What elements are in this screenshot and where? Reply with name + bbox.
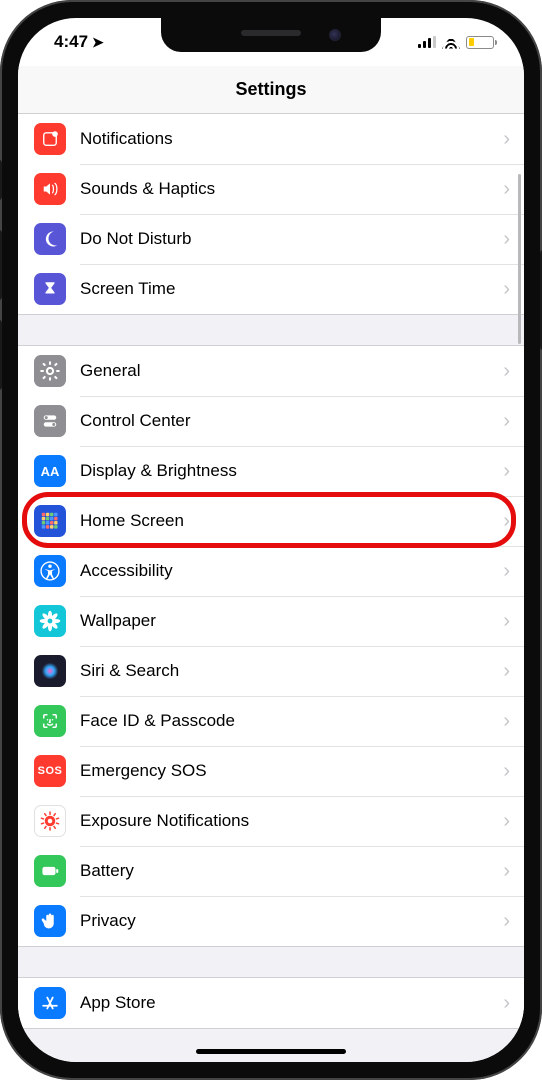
- siri-icon: [34, 655, 66, 687]
- notch: [161, 18, 381, 52]
- settings-row-emergency-sos[interactable]: SOS Emergency SOS›: [18, 746, 524, 796]
- row-label: Display & Brightness: [80, 461, 503, 481]
- settings-group: General›Control Center›AADisplay & Brigh…: [18, 345, 524, 947]
- chevron-right-icon: ›: [503, 760, 524, 783]
- gear-icon: [34, 355, 66, 387]
- row-label: Accessibility: [80, 561, 503, 581]
- battery-icon: [466, 36, 494, 49]
- chevron-right-icon: ›: [503, 860, 524, 883]
- row-label: Do Not Disturb: [80, 229, 503, 249]
- chevron-right-icon: ›: [503, 992, 524, 1015]
- mute-switch: [0, 160, 2, 200]
- screen: 4:47 ➤ Settings Notifications›Sounds & H…: [18, 18, 524, 1062]
- settings-row-accessibility[interactable]: Accessibility›: [18, 546, 524, 596]
- accessibility-icon: [34, 555, 66, 587]
- moon-icon: [34, 223, 66, 255]
- chevron-right-icon: ›: [503, 660, 524, 683]
- row-label: Exposure Notifications: [80, 811, 503, 831]
- wifi-icon: [442, 36, 460, 49]
- settings-list[interactable]: Notifications›Sounds & Haptics›Do Not Di…: [18, 114, 524, 1062]
- settings-row-screen-time[interactable]: Screen Time›: [18, 264, 524, 314]
- settings-row-siri-search[interactable]: Siri & Search›: [18, 646, 524, 696]
- row-label: Home Screen: [80, 511, 503, 531]
- chevron-right-icon: ›: [503, 810, 524, 833]
- row-label: Notifications: [80, 129, 503, 149]
- chevron-right-icon: ›: [503, 910, 524, 933]
- status-right: [418, 36, 494, 49]
- row-label: Control Center: [80, 411, 503, 431]
- virus-icon: [34, 805, 66, 837]
- settings-group: App Store›: [18, 977, 524, 1029]
- location-icon: ➤: [92, 34, 104, 51]
- settings-row-control-center[interactable]: Control Center›: [18, 396, 524, 446]
- face-id-icon: [34, 705, 66, 737]
- sos-icon: SOS: [34, 755, 66, 787]
- chevron-right-icon: ›: [503, 610, 524, 633]
- phone-frame: 4:47 ➤ Settings Notifications›Sounds & H…: [0, 0, 542, 1080]
- chevron-right-icon: ›: [503, 510, 524, 533]
- row-label: Sounds & Haptics: [80, 179, 503, 199]
- aa-icon: AA: [34, 455, 66, 487]
- status-left: 4:47 ➤: [48, 32, 104, 52]
- row-label: Siri & Search: [80, 661, 503, 681]
- chevron-right-icon: ›: [503, 128, 524, 151]
- chevron-right-icon: ›: [503, 560, 524, 583]
- chevron-right-icon: ›: [503, 460, 524, 483]
- settings-row-battery[interactable]: Battery›: [18, 846, 524, 896]
- row-label: Privacy: [80, 911, 503, 931]
- settings-row-notifications[interactable]: Notifications›: [18, 114, 524, 164]
- chevron-right-icon: ›: [503, 710, 524, 733]
- page-title: Settings: [18, 66, 524, 114]
- settings-row-display-brightness[interactable]: AA Display & Brightness›: [18, 446, 524, 496]
- status-time: 4:47: [54, 32, 88, 52]
- earpiece: [241, 30, 301, 36]
- settings-row-face-id-passcode[interactable]: Face ID & Passcode›: [18, 696, 524, 746]
- hourglass-icon: [34, 273, 66, 305]
- row-label: Face ID & Passcode: [80, 711, 503, 731]
- volume-up-button: [0, 230, 2, 300]
- settings-row-privacy[interactable]: Privacy›: [18, 896, 524, 946]
- appstore-icon: [34, 987, 66, 1019]
- scroll-indicator[interactable]: [518, 174, 521, 344]
- row-label: App Store: [80, 993, 503, 1013]
- chevron-right-icon: ›: [503, 410, 524, 433]
- toggles-icon: [34, 405, 66, 437]
- settings-row-wallpaper[interactable]: Wallpaper›: [18, 596, 524, 646]
- volume-down-button: [0, 320, 2, 390]
- row-label: General: [80, 361, 503, 381]
- row-label: Screen Time: [80, 279, 503, 299]
- row-label: Battery: [80, 861, 503, 881]
- settings-row-exposure-notifications[interactable]: Exposure Notifications›: [18, 796, 524, 846]
- flower-icon: [34, 605, 66, 637]
- speaker-icon: [34, 173, 66, 205]
- home-indicator[interactable]: [196, 1049, 346, 1054]
- notifications-icon: [34, 123, 66, 155]
- grid-icon: [34, 505, 66, 537]
- settings-row-sounds-haptics[interactable]: Sounds & Haptics›: [18, 164, 524, 214]
- cellular-icon: [418, 36, 436, 48]
- chevron-right-icon: ›: [503, 360, 524, 383]
- settings-group: Notifications›Sounds & Haptics›Do Not Di…: [18, 114, 524, 315]
- row-label: Wallpaper: [80, 611, 503, 631]
- front-camera: [329, 29, 341, 41]
- settings-row-home-screen[interactable]: Home Screen›: [18, 496, 524, 546]
- settings-row-general[interactable]: General›: [18, 346, 524, 396]
- row-label: Emergency SOS: [80, 761, 503, 781]
- hand-icon: [34, 905, 66, 937]
- battery-icon: [34, 855, 66, 887]
- settings-row-app-store[interactable]: App Store›: [18, 978, 524, 1028]
- settings-row-do-not-disturb[interactable]: Do Not Disturb›: [18, 214, 524, 264]
